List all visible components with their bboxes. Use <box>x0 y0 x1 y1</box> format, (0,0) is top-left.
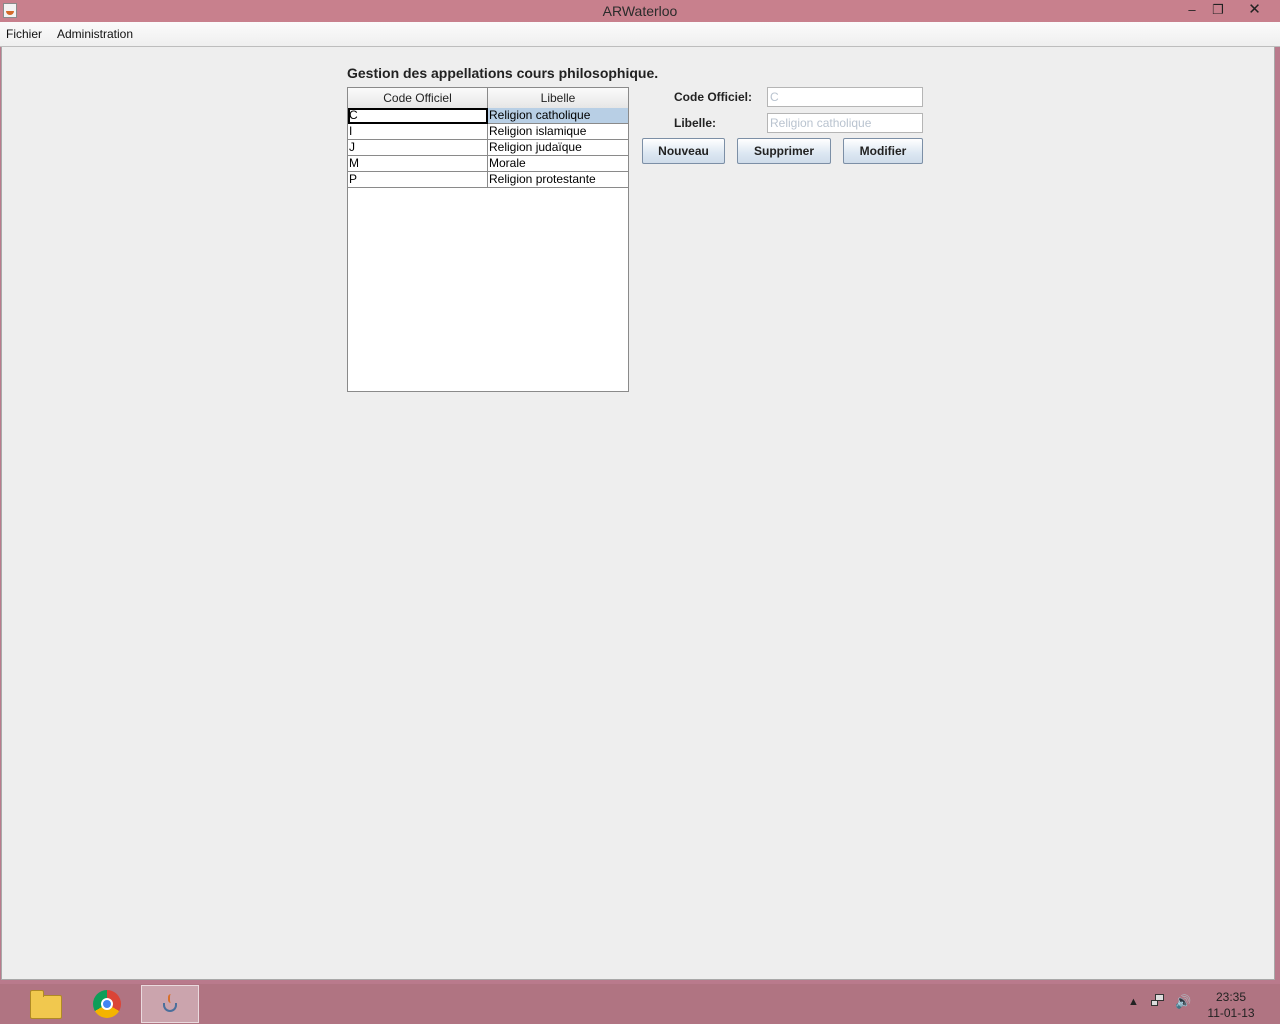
nouveau-button[interactable]: Nouveau <box>642 138 725 164</box>
clock-time: 23:35 <box>1215 990 1247 1004</box>
table-cell-libelle[interactable]: Religion judaïque <box>488 140 628 156</box>
table-cell-code[interactable]: J <box>348 140 488 156</box>
table-cell-libelle[interactable]: Religion islamique <box>488 124 628 140</box>
table-row[interactable]: P Religion protestante <box>348 172 628 188</box>
menu-fichier[interactable]: Fichier <box>6 27 42 41</box>
show-hidden-icon[interactable]: ▲ <box>1128 996 1139 1008</box>
table-cell-code[interactable]: P <box>348 172 488 188</box>
column-header-code[interactable]: Code Officiel <box>348 88 488 108</box>
table-row[interactable]: J Religion judaïque <box>348 140 628 156</box>
close-button[interactable]: ✕ <box>1231 0 1278 20</box>
java-icon <box>161 994 181 1016</box>
clock-date: 11-01-13 <box>1207 1006 1255 1020</box>
taskbar-java-app[interactable] <box>141 985 199 1023</box>
window-title: ARWaterloo <box>602 3 678 19</box>
table-cell-libelle[interactable]: Religion catholique <box>488 108 628 124</box>
column-header-libelle[interactable]: Libelle <box>488 88 628 108</box>
table-cell-code[interactable]: C <box>348 108 488 124</box>
menu-bar: Fichier Administration <box>0 22 1280 47</box>
menu-administration[interactable]: Administration <box>57 27 133 41</box>
page-title: Gestion des appellations cours philosoph… <box>347 65 659 81</box>
code-officiel-label: Code Officiel: <box>674 90 753 104</box>
maximize-button[interactable]: ❐ <box>1205 0 1231 20</box>
title-bar[interactable]: ARWaterloo – ❐ ✕ <box>0 0 1280 22</box>
chrome-icon <box>93 990 121 1018</box>
minimize-button[interactable]: – <box>1179 0 1205 20</box>
taskbar-file-explorer[interactable] <box>16 985 74 1023</box>
table-row[interactable]: C Religion catholique <box>348 108 628 124</box>
modifier-button[interactable]: Modifier <box>843 138 923 164</box>
taskbar-chrome[interactable] <box>78 985 136 1023</box>
appellations-table[interactable]: Code Officiel Libelle C Religion catholi… <box>347 87 629 392</box>
code-officiel-field[interactable] <box>767 87 923 107</box>
table-cell-code[interactable]: M <box>348 156 488 172</box>
table-cell-libelle[interactable]: Religion protestante <box>488 172 628 188</box>
main-panel: Gestion des appellations cours philosoph… <box>1 47 1275 980</box>
table-row[interactable]: I Religion islamique <box>348 124 628 140</box>
taskbar: ▲ 🔊 23:35 11-01-13 <box>0 984 1280 1024</box>
network-icon[interactable] <box>1151 994 1165 1008</box>
table-cell-libelle[interactable]: Morale <box>488 156 628 172</box>
volume-icon[interactable]: 🔊 <box>1175 994 1191 1010</box>
supprimer-button[interactable]: Supprimer <box>737 138 831 164</box>
libelle-label: Libelle: <box>674 116 717 130</box>
table-row[interactable]: M Morale <box>348 156 628 172</box>
table-header: Code Officiel Libelle <box>348 88 628 109</box>
libelle-field[interactable] <box>767 113 923 133</box>
clock[interactable]: 23:35 11-01-13 <box>1200 989 1262 1021</box>
table-cell-code[interactable]: I <box>348 124 488 140</box>
folder-icon <box>30 990 62 1019</box>
